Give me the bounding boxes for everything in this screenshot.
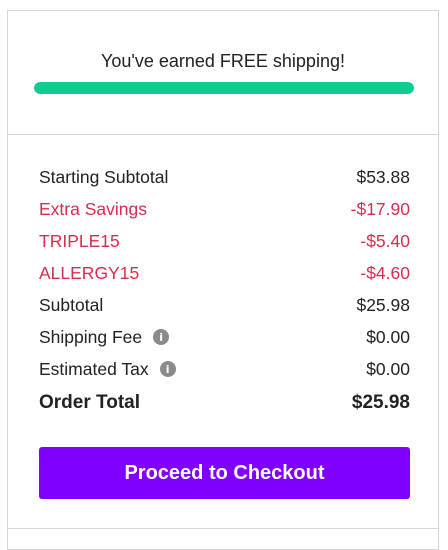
promo-allergy15-row: ALLERGY15 -$4.60 [39,261,410,285]
shipping-fee-value: $0.00 [366,326,410,347]
shipping-progress-bar [34,82,414,94]
promo-triple15-value: -$5.40 [360,230,410,251]
order-total-row: Order Total $25.98 [39,391,410,415]
promo-triple15-row: TRIPLE15 -$5.40 [39,229,410,253]
extra-savings-row: Extra Savings -$17.90 [39,197,410,221]
starting-subtotal-row: Starting Subtotal $53.88 [39,165,410,189]
promo-allergy15-label: ALLERGY15 [39,262,140,283]
estimated-tax-row: Estimated Tax i $0.00 [39,357,410,381]
promo-allergy15-value: -$4.60 [360,262,410,283]
order-total-label: Order Total [39,392,140,413]
shipping-fee-info-icon[interactable]: i [153,329,170,345]
starting-subtotal-value: $53.88 [356,166,410,187]
shipping-fee-label: Shipping Fee [39,326,143,347]
extra-savings-value: -$17.90 [350,198,410,219]
order-total-value: $25.98 [351,392,410,413]
proceed-to-checkout-button[interactable]: Proceed to Checkout [39,447,410,499]
shipping-fee-label-group: Shipping Fee i [39,326,170,348]
shipping-progress-fill [34,82,414,94]
estimated-tax-label: Estimated Tax [39,358,149,379]
starting-subtotal-label: Starting Subtotal [39,166,169,187]
free-shipping-message: You've earned FREE shipping! [101,51,345,71]
shipping-fee-row: Shipping Fee i $0.00 [39,325,410,349]
free-shipping-banner: You've earned FREE shipping! [8,11,438,135]
subtotal-label: Subtotal [39,294,104,315]
estimated-tax-label-group: Estimated Tax i [39,359,176,380]
promo-triple15-label: TRIPLE15 [39,230,120,251]
estimated-tax-info-icon[interactable]: i [159,361,176,377]
subtotal-row: Subtotal $25.98 [39,293,410,317]
extra-savings-label: Extra Savings [39,198,147,219]
divider [8,528,438,529]
estimated-tax-value: $0.00 [366,358,410,379]
cart-summary-card: You've earned FREE shipping! Starting Su… [7,10,439,550]
subtotal-value: $25.98 [356,294,410,315]
